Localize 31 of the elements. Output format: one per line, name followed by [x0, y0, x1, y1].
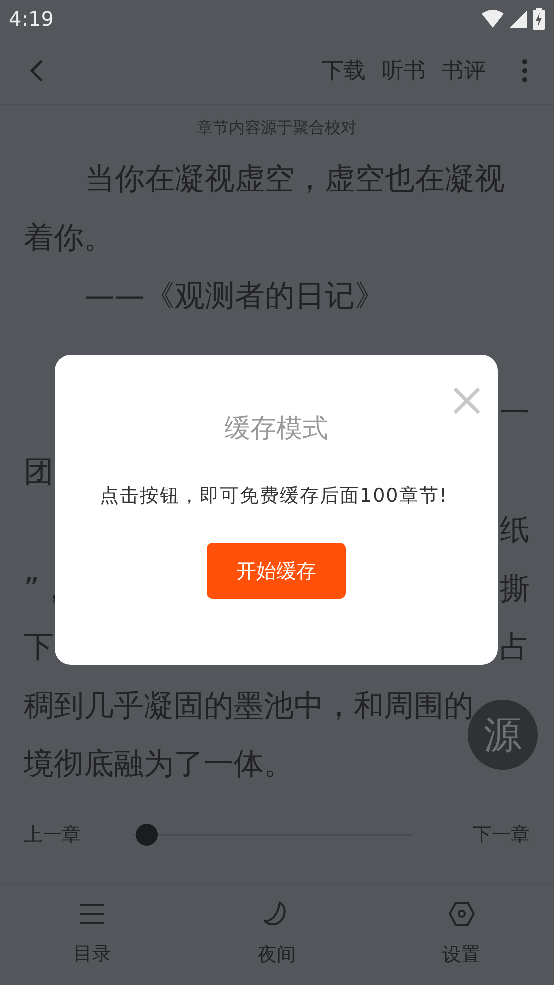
- prev-chapter-link[interactable]: 上一章: [24, 820, 114, 850]
- signal-icon: [510, 10, 527, 28]
- body-text: ——《观测者的日记》: [85, 282, 385, 312]
- bottom-nav-item[interactable]: 夜间: [184, 885, 370, 985]
- slider-thumb[interactable]: [136, 824, 158, 846]
- dialog-message: 点击按钮，即可免费缓存后面100章节!: [100, 484, 449, 509]
- status-time: 4:19: [9, 6, 54, 33]
- body-text: 境彻底融为了一体。: [24, 750, 294, 780]
- body-text: 纸: [500, 516, 530, 546]
- settings-icon: [448, 900, 476, 927]
- battery-icon: [533, 8, 545, 30]
- body-text: 团: [24, 458, 54, 488]
- next-chapter-link[interactable]: 下一章: [473, 820, 530, 850]
- close-icon[interactable]: [453, 387, 481, 415]
- start-cache-button[interactable]: 开始缓存: [207, 543, 346, 599]
- body-text: 撕: [500, 574, 530, 605]
- menu-icon: [79, 902, 106, 926]
- bottom-nav-item[interactable]: 目录: [0, 885, 185, 985]
- bottom-nav-item[interactable]: 设置: [369, 885, 554, 985]
- toolbar-action[interactable]: 听书: [382, 54, 426, 88]
- body-text: 占: [500, 633, 530, 664]
- wifi-icon: [482, 10, 504, 28]
- back-icon[interactable]: [30, 60, 44, 82]
- dialog-title: 缓存模式: [224, 413, 328, 446]
- body-text: 下: [24, 633, 54, 664]
- body-text: 当你在凝视虚空，虚空也在凝视: [85, 165, 505, 196]
- toolbar-action[interactable]: 书评: [442, 54, 486, 88]
- more-icon[interactable]: [522, 59, 528, 83]
- toolbar-action[interactable]: 下载: [322, 54, 366, 88]
- body-text: 一: [500, 399, 530, 430]
- body-text: 着你。: [24, 224, 114, 254]
